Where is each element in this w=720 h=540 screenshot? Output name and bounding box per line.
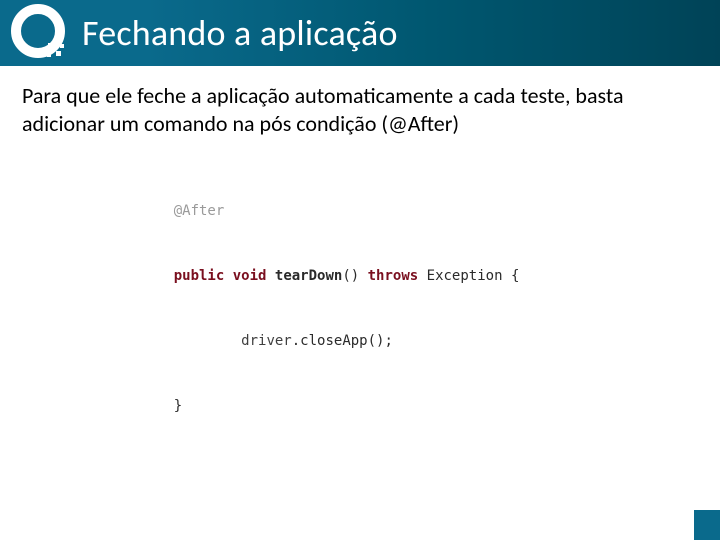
code-fn-name: tearDown bbox=[275, 268, 342, 284]
code-parens: () bbox=[342, 268, 359, 284]
code-call: closeApp(); bbox=[300, 333, 393, 349]
slide-title: Fechando a aplicação bbox=[82, 11, 398, 55]
footer-accent bbox=[694, 510, 720, 540]
code-snippet: @After public void tearDown() throws Exc… bbox=[140, 179, 720, 439]
logo-icon bbox=[8, 3, 68, 63]
body-paragraph: Para que ele feche a aplicação automatic… bbox=[0, 66, 720, 137]
code-annotation: @After bbox=[174, 203, 225, 219]
code-brace-close: } bbox=[174, 398, 182, 414]
code-brace-open: { bbox=[511, 268, 519, 284]
code-dot: . bbox=[292, 333, 300, 349]
code-indent bbox=[174, 333, 241, 349]
code-keyword-void: void bbox=[233, 268, 267, 284]
code-driver: driver bbox=[241, 333, 292, 349]
slide-header: Fechando a aplicação bbox=[0, 0, 720, 66]
code-keyword-public: public bbox=[174, 268, 225, 284]
code-exception: Exception bbox=[427, 268, 503, 284]
code-keyword-throws: throws bbox=[368, 268, 419, 284]
